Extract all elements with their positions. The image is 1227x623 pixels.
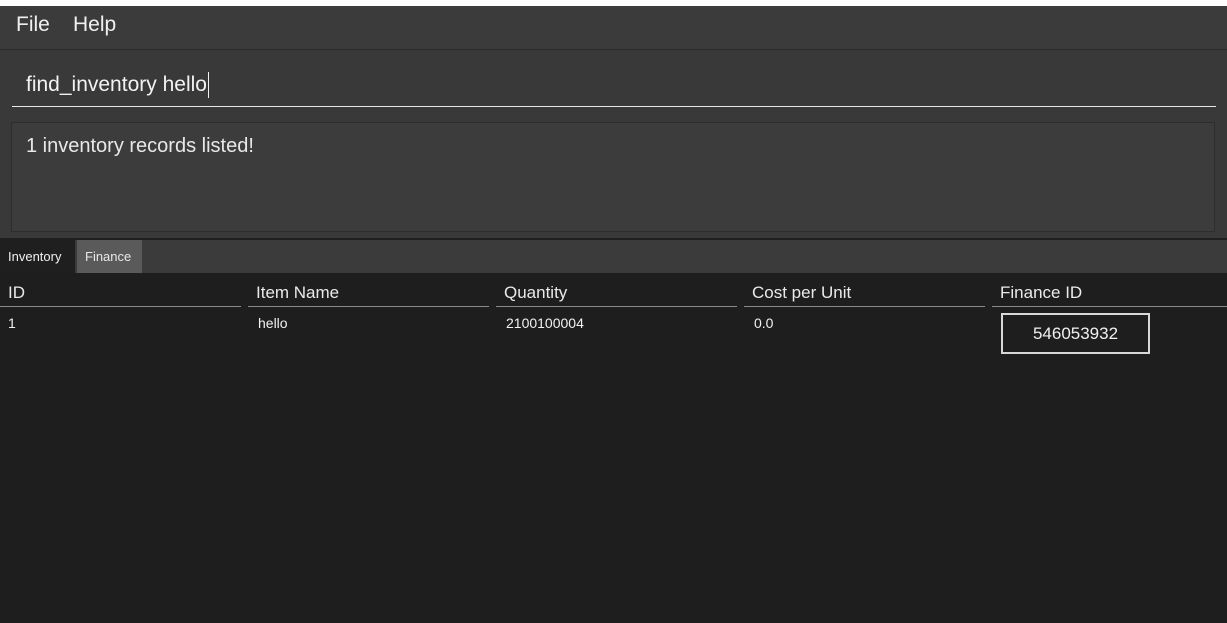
result-message: 1 inventory records listed! (26, 135, 254, 157)
finance-id-badge[interactable]: 546053932 (1001, 313, 1150, 354)
column-header-finance-id[interactable]: Finance ID (992, 283, 1227, 307)
cell-id: 1 (8, 315, 16, 331)
tab-inventory-label: Inventory (8, 249, 62, 264)
app-window: File Help find_inventory hello 1 invento… (0, 6, 1227, 623)
cell-item-name: hello (258, 315, 288, 331)
menu-file[interactable]: File (16, 13, 50, 37)
command-area: find_inventory hello (0, 50, 1227, 116)
tab-finance[interactable]: Finance (77, 240, 142, 273)
menu-bar: File Help (0, 6, 1227, 50)
command-input-text: find_inventory hello (26, 72, 207, 96)
result-area: 1 inventory records listed! (0, 116, 1227, 238)
column-header-item-name[interactable]: Item Name (248, 283, 489, 307)
command-input[interactable]: find_inventory hello (12, 63, 1216, 107)
cell-finance-id: 546053932 (1032, 323, 1119, 343)
column-header-id[interactable]: ID (0, 283, 241, 307)
menu-help[interactable]: Help (73, 13, 116, 37)
cell-quantity: 2100100004 (506, 315, 584, 331)
tab-bar: Inventory Finance (0, 240, 1227, 273)
tab-finance-label: Finance (85, 249, 132, 264)
text-caret (207, 71, 209, 98)
cell-cost-per-unit: 0.0 (754, 315, 774, 331)
tab-inventory[interactable]: Inventory (0, 240, 75, 273)
column-header-cost-per-unit[interactable]: Cost per Unit (744, 283, 985, 307)
column-header-quantity[interactable]: Quantity (496, 283, 737, 307)
result-display: 1 inventory records listed! (11, 122, 1215, 232)
inventory-table: ID Item Name Quantity Cost per Unit Fina… (0, 273, 1227, 623)
